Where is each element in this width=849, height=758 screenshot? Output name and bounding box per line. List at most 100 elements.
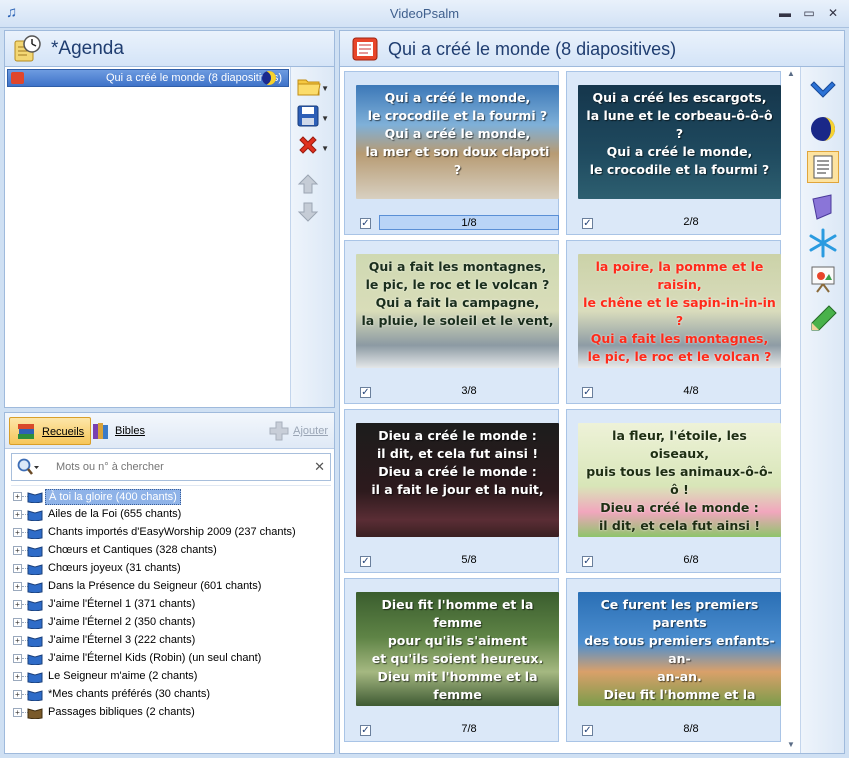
slides-icon [352,37,378,61]
tree-item[interactable]: + J'aime l'Éternel 3 (222 chants) [11,632,331,650]
add-button[interactable]: Ajouter [267,417,328,445]
tree-item[interactable]: + J'aime l'Éternel Kids (Robin) (un seul… [11,650,331,668]
slide-thumbnail[interactable]: Ce furent les premiers parents des tous p… [578,592,781,706]
slide-thumbnail[interactable]: Qui a créé les escargots, la lune et le c… [578,85,781,199]
bible-book-icon [27,708,43,719]
slide-checkbox[interactable]: ✓ [582,218,593,229]
confirm-button[interactable] [807,73,839,105]
expand-icon[interactable]: + [13,582,22,591]
expand-icon[interactable]: + [13,618,22,627]
expand-icon[interactable]: + [13,708,22,717]
expand-icon[interactable]: + [13,654,22,663]
book-icon [27,564,43,575]
tree-item[interactable]: + Passages bibliques (2 chants) [11,704,331,722]
tree-item[interactable]: + Ailes de la Foi (655 chants) [11,506,331,524]
search-input[interactable] [54,459,304,475]
slide-text: Ce furent les premiers parents des tous p… [584,597,775,706]
move-down-button[interactable] [297,201,329,225]
dropdown-caret-icon: ▼ [321,84,329,93]
slide-checkbox[interactable]: ✓ [360,725,371,736]
tree-item[interactable]: + Le Seigneur m'aime (2 chants) [11,668,331,686]
tree-item[interactable]: + J'aime l'Éternel 1 (371 chants) [11,596,331,614]
delete-button[interactable]: ▼ [297,135,329,159]
slide-counter: 7/8 [461,723,477,735]
expand-icon[interactable]: + [13,492,22,501]
slide-thumbnail[interactable]: Qui a fait les montagnes, le pic, le roc … [356,254,559,368]
slide-thumbnail[interactable]: Qui a créé le monde, le crocodile et la f… [356,85,559,199]
freeze-button[interactable] [807,227,839,259]
slide-checkbox[interactable]: ✓ [360,387,371,398]
slide-card[interactable]: Dieu fit l'homme et la femme pour qu'ils … [344,578,559,742]
plus-icon [269,421,289,441]
presentation-header: Qui a créé le monde (8 diapositives) [339,30,845,66]
slides-icon [11,72,24,84]
book-icon [27,546,43,557]
tree-item[interactable]: + Chœurs joyeux (31 chants) [11,560,331,578]
clear-search-icon[interactable]: ✕ [314,459,325,475]
search-icon[interactable] [17,458,39,476]
tab-bibles[interactable]: Bibles [85,417,151,445]
tree-item[interactable]: + Dans la Présence du Seigneur (601 chan… [11,578,331,596]
move-down-icon [297,202,319,222]
expand-icon[interactable]: + [13,528,22,537]
slide-thumbnail[interactable]: Dieu a créé le monde : il dit, et cela fu… [356,423,559,537]
move-up-button[interactable] [297,173,329,197]
slide-card[interactable]: Qui a créé les escargots, la lune et le c… [566,71,781,235]
book-icon [27,672,43,683]
slide-thumbnail[interactable]: Dieu fit l'homme et la femme pour qu'ils … [356,592,559,706]
slides-grid: Qui a créé le monde, le crocodile et la f… [342,69,782,751]
slide-text: la fleur, l'étoile, les oiseaux, puis tou… [586,428,773,533]
edit-button[interactable] [807,303,839,335]
slide-checkbox[interactable]: ✓ [582,556,593,567]
book-icon [27,528,43,539]
tree-item[interactable]: + *Mes chants préférés (30 chants) [11,686,331,704]
save-button[interactable]: ▼ [297,105,329,129]
tree-item[interactable]: + J'aime l'Éternel 2 (350 chants) [11,614,331,632]
expand-icon[interactable]: + [13,672,22,681]
book-icon [27,492,43,503]
agenda-list: Qui a créé le monde (8 diapositives) [5,67,290,407]
bibles-icon [93,423,108,439]
tree-item-label: Chants importés d'EasyWorship 2009 (237 … [48,526,296,538]
tree-item-label: J'aime l'Éternel 1 (371 chants) [48,598,196,610]
slide-thumbnail[interactable]: la poire, la pomme et le raisin, le chêne … [578,254,781,368]
tab-recueils[interactable]: Recueils [9,417,92,445]
slide-card[interactable]: Dieu a créé le monde : il dit, et cela fu… [344,409,559,573]
window-title: VideoPsalm [389,6,460,21]
display-button[interactable] [807,263,839,295]
slide-checkbox[interactable]: ✓ [582,725,593,736]
tree-item[interactable]: + À toi la gloire (400 chants) [11,488,331,506]
expand-icon[interactable]: + [13,546,22,555]
slide-card[interactable]: la fleur, l'étoile, les oiseaux, puis tou… [566,409,781,573]
moon-button[interactable] [807,113,839,145]
tree-item[interactable]: + Chants importés d'EasyWorship 2009 (23… [11,524,331,542]
expand-icon[interactable]: + [13,690,22,699]
slide-card[interactable]: la poire, la pomme et le raisin, le chêne … [566,240,781,404]
expand-icon[interactable]: + [13,510,22,519]
background-button[interactable] [807,191,839,223]
tree-item[interactable]: + Chœurs et Cantiques (328 chants) [11,542,331,560]
vertical-scrollbar[interactable]: ▲ ▼ [784,67,798,753]
agenda-item[interactable]: Qui a créé le monde (8 diapositives) [7,69,289,87]
expand-icon[interactable]: + [13,564,22,573]
left-panel: *Agenda Qui a créé le monde (8 diapositi… [4,30,335,754]
book-icon [27,636,43,647]
expand-icon[interactable]: + [13,600,22,609]
scroll-down-icon[interactable]: ▼ [787,740,795,749]
expand-icon[interactable]: + [13,636,22,645]
slide-checkbox[interactable]: ✓ [360,218,371,229]
slide-card[interactable]: Qui a créé le monde, le crocodile et la f… [344,71,559,235]
open-folder-icon [297,79,321,96]
agenda-title: *Agenda [51,38,124,59]
maximize-button[interactable]: ▭ [800,5,818,21]
close-button[interactable]: ✕ [824,5,842,21]
open-button[interactable]: ▼ [297,75,329,99]
slide-card[interactable]: Qui a fait les montagnes, le pic, le roc … [344,240,559,404]
slide-checkbox[interactable]: ✓ [360,556,371,567]
slide-thumbnail[interactable]: la fleur, l'étoile, les oiseaux, puis tou… [578,423,781,537]
slide-checkbox[interactable]: ✓ [582,387,593,398]
minimize-button[interactable]: ▬ [776,5,794,21]
text-button[interactable] [807,151,839,183]
slide-card[interactable]: Ce furent les premiers parents des tous p… [566,578,781,742]
scroll-up-icon[interactable]: ▲ [787,69,795,78]
